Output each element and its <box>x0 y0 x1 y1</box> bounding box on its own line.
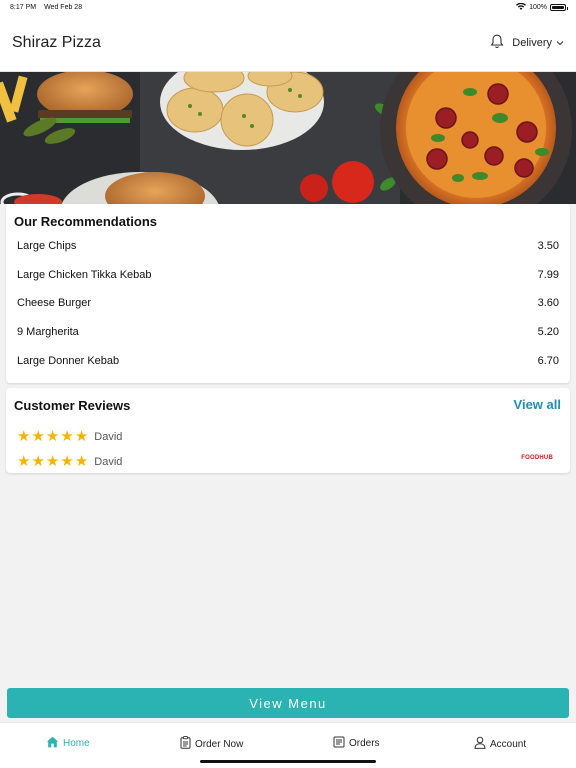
restaurant-title: Shiraz Pizza <box>12 33 101 51</box>
review-item[interactable]: ★ ★ ★ ★ ★ David <box>17 429 122 444</box>
tab-account[interactable]: Account <box>474 736 526 752</box>
app-header: Shiraz Pizza Delivery <box>0 14 576 72</box>
item-price: 7.99 <box>537 268 559 281</box>
review-item[interactable]: ★ ★ ★ ★ ★ David <box>17 454 122 469</box>
recommendation-item[interactable]: 9 Margherita 5.20 <box>6 318 570 347</box>
recommendation-item[interactable]: Large Chips 3.50 <box>6 232 570 261</box>
clipboard-icon <box>180 736 191 752</box>
recommendations-list: Large Chips 3.50 Large Chicken Tikka Keb… <box>6 232 570 375</box>
star-icon: ★ <box>31 428 45 445</box>
tab-label: Order Now <box>195 738 244 750</box>
customer-reviews-card: Customer Reviews View all ★ ★ ★ ★ ★ David ★ ★… <box>6 388 570 473</box>
recommendations-title: Our Recommendations <box>14 214 158 229</box>
delivery-mode-selector[interactable]: Delivery <box>512 37 564 49</box>
tab-order-now[interactable]: Order Now <box>180 736 243 752</box>
hero-food-image <box>0 72 576 204</box>
star-icon: ★ <box>60 428 74 445</box>
item-name: Large Chips <box>17 240 77 253</box>
item-price: 6.70 <box>537 354 559 367</box>
star-icon: ★ <box>45 428 60 445</box>
item-price: 5.20 <box>537 326 559 339</box>
person-icon <box>474 736 486 752</box>
recommendation-item[interactable]: Large Chicken Tikka Kebab 7.99 <box>6 261 570 290</box>
view-all-reviews-link[interactable]: View all <box>514 397 561 412</box>
review-author: David <box>94 455 123 468</box>
tab-home[interactable]: Home <box>46 736 90 751</box>
item-price: 3.50 <box>537 240 559 253</box>
star-icon: ★ <box>31 453 45 470</box>
star-rating: ★ ★ ★ ★ ★ <box>17 454 88 469</box>
wifi-icon <box>516 2 527 12</box>
home-icon <box>46 736 59 751</box>
view-menu-button[interactable]: View Menu <box>7 688 569 718</box>
battery-icon <box>550 3 568 11</box>
reviews-title: Customer Reviews <box>14 398 131 413</box>
star-icon: ★ <box>17 428 31 445</box>
recommendations-card: Our Recommendations Large Chips 3.50 Lar… <box>6 204 570 383</box>
item-name: Large Chicken Tikka Kebab <box>17 268 152 281</box>
item-price: 3.60 <box>537 297 559 310</box>
item-name: Large Donner Kebab <box>17 354 120 367</box>
star-icon: ★ <box>17 453 31 470</box>
review-author: David <box>94 430 123 443</box>
recommendation-item[interactable]: Large Donner Kebab 6.70 <box>6 346 570 375</box>
tab-label: Account <box>490 738 527 750</box>
star-rating: ★ ★ ★ ★ ★ <box>17 429 88 444</box>
receipt-icon <box>333 736 345 751</box>
item-name: Cheese Burger <box>17 297 91 310</box>
item-name: 9 Margherita <box>17 326 79 339</box>
chevron-down-icon <box>556 37 564 49</box>
foodhub-logo: FOODHUB <box>521 455 553 461</box>
star-icon: ★ <box>60 453 74 470</box>
star-icon: ★ <box>74 453 89 470</box>
status-time: 8:17 PM <box>10 3 37 11</box>
battery-percent: 100% <box>529 3 547 11</box>
home-indicator <box>200 760 376 763</box>
tab-label: Orders <box>349 738 380 749</box>
tab-orders[interactable]: Orders <box>333 736 380 751</box>
star-icon: ★ <box>74 428 89 445</box>
recommendation-item[interactable]: Cheese Burger 3.60 <box>6 289 570 318</box>
tab-label: Home <box>63 738 90 749</box>
bell-icon[interactable] <box>490 34 504 52</box>
star-icon: ★ <box>45 453 60 470</box>
status-bar: 8:17 PM Wed Feb 28 100% <box>0 0 576 14</box>
status-date: Wed Feb 28 <box>44 3 83 11</box>
delivery-mode-label: Delivery <box>512 36 552 49</box>
